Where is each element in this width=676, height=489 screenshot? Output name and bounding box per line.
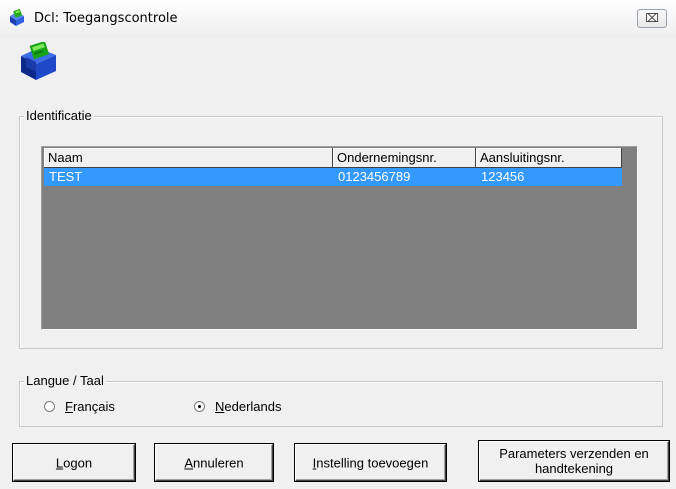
list-header: Naam Ondernemingsnr. Aansluitingsnr. [44, 148, 664, 168]
language-legend: Langue / Taal [24, 373, 106, 389]
identification-legend: Identificatie [24, 108, 94, 124]
radio-selected-dot [198, 405, 201, 408]
cancel-label: Annuleren [184, 455, 244, 470]
cell-ondernemingsnr: 0123456789 [338, 169, 411, 184]
close-button[interactable]: ⌧ [637, 9, 667, 28]
title-bar: Dcl: Toegangscontrole ⌧ [0, 0, 676, 38]
radio-label-francais: Français [65, 399, 115, 414]
radio-francais[interactable]: Français [44, 399, 134, 417]
send-parameters-button[interactable]: Parameters verzenden en handtekening [479, 441, 669, 481]
window-title: Dcl: Toegangscontrole [34, 11, 178, 26]
radio-label-nederlands: Nederlands [215, 399, 282, 414]
add-setting-button[interactable]: Instelling toevoegen [295, 444, 446, 481]
logon-label: Logon [55, 455, 93, 470]
column-header-ondernemingsnr[interactable]: Ondernemingsnr. [333, 148, 476, 168]
send-parameters-label: Parameters verzenden en handtekening [499, 446, 649, 476]
table-row[interactable]: TEST 0123456789 123456 [44, 168, 622, 186]
add-setting-label: Instelling toevoegen [312, 455, 429, 470]
logon-button[interactable]: Logon [13, 444, 135, 481]
radio-button-nederlands[interactable] [194, 401, 205, 412]
radio-button-francais[interactable] [44, 401, 55, 412]
column-header-naam[interactable]: Naam [44, 148, 333, 168]
cancel-button[interactable]: Annuleren [155, 444, 273, 481]
close-icon: ⌧ [645, 11, 659, 25]
app-logo-icon [21, 42, 56, 80]
cell-aansluitingsnr: 123456 [481, 169, 525, 184]
cell-naam: TEST [49, 169, 83, 184]
app-logo-icon [10, 9, 24, 26]
column-header-aansluitingsnr[interactable]: Aansluitingsnr. [476, 148, 622, 168]
radio-nederlands[interactable]: Nederlands [194, 399, 304, 417]
identification-list[interactable]: Naam Ondernemingsnr. Aansluitingsnr. TES… [41, 146, 638, 330]
